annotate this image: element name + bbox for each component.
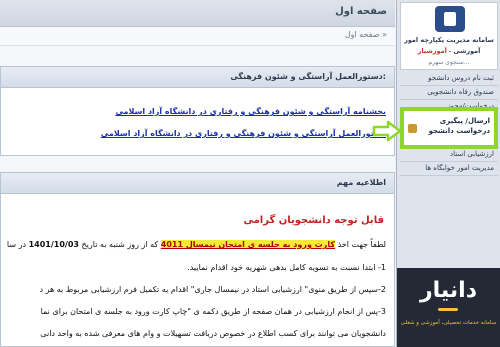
university-emblem-icon (435, 6, 465, 32)
danyar-watermark-logo: دانیار سامانه خدمات تحصیلی، آموزشی و شغل… (397, 268, 500, 347)
exam-card-link[interactable]: کارت ورود به جلسه ی امتحان نیمسال 4011 (160, 240, 336, 249)
system-subtitle: آموزشی - آموزشیار (417, 47, 481, 55)
breadcrumb: صفحه اول » (0, 27, 395, 46)
breadcrumb-item-home[interactable]: صفحه اول » (345, 30, 387, 39)
sidebar-item-teacher-evaluation[interactable]: ارزشیابی استاد (400, 150, 498, 162)
notice-line-4: 3-پس از انجام ارزشیابی در همان صفحه از ط… (40, 307, 386, 316)
rules-panel: دستورالعمل آراستگی و شئون فرهنگی: بخشنام… (0, 66, 395, 156)
notice-line-3: 2-سپس از طریق منوی" ارزشیابی استاد در نی… (39, 285, 386, 294)
sidebar-item-course-registration[interactable]: ثبت نام دروس دانشجو (400, 74, 498, 86)
watermark-subtitle: سامانه خدمات تحصیلی، آموزشی و شغلی (400, 320, 497, 326)
circular-link[interactable]: بخشنامه آراستگی و شئون فرهنگی و رفتاری د… (115, 107, 386, 116)
sidebar-item-student-request-highlighted[interactable]: ارسال/ پیگیری درخواست دانشجو (400, 107, 498, 149)
system-logo-box: سامانه مدیریت یکپارچه امور آموزشی - آموز… (400, 2, 498, 70)
notice-line-1: لطفاً جهت اخذ کارت ورود به جلسه ی امتحان… (6, 240, 386, 249)
watermark-mark-icon (438, 308, 458, 311)
guideline-link[interactable]: دستورالعمل آراستگی و شئون فرهنگی و رفتار… (101, 129, 386, 138)
notice-heading: قابل توجه دانشجویان گرامی (243, 215, 384, 226)
page-title: صفحه اول (335, 6, 387, 17)
pointer-arrow-icon (372, 120, 402, 142)
sidebar-item-welfare-fund[interactable]: صندوق رفاه دانشجویی (400, 88, 498, 100)
watermark-name: دانیار (420, 278, 477, 303)
notice-panel: اطلاعیه مهم قابل توجه دانشجویان گرامی لط… (0, 172, 395, 347)
notice-panel-title: اطلاعیه مهم (336, 178, 386, 187)
notice-panel-header: اطلاعیه مهم (1, 173, 394, 194)
highlighted-item-label: ارسال/ پیگیری درخواست دانشجو (428, 117, 490, 135)
system-name: سامانه مدیریت یکپارچه امور (404, 36, 494, 44)
system-caption: سنجوی سهرم... (428, 59, 470, 66)
rules-panel-header: دستورالعمل آراستگی و شئون فرهنگی: (1, 67, 394, 88)
rules-panel-title: دستورالعمل آراستگی و شئون فرهنگی: (230, 72, 386, 81)
page-title-bar: صفحه اول (0, 0, 395, 27)
main-content: صفحه اول صفحه اول » دستورالعمل آراستگی و… (0, 0, 395, 347)
sidebar-item-dormitory[interactable]: مدیریت امور خوابگاه ها (400, 164, 498, 176)
notice-line-5: دانشجویان می توانند برای کسب اطلاع در خص… (40, 329, 386, 338)
notice-line-2: 1- ابتدا نسبت به تسویه کامل بدهی شهریه خ… (187, 263, 386, 272)
